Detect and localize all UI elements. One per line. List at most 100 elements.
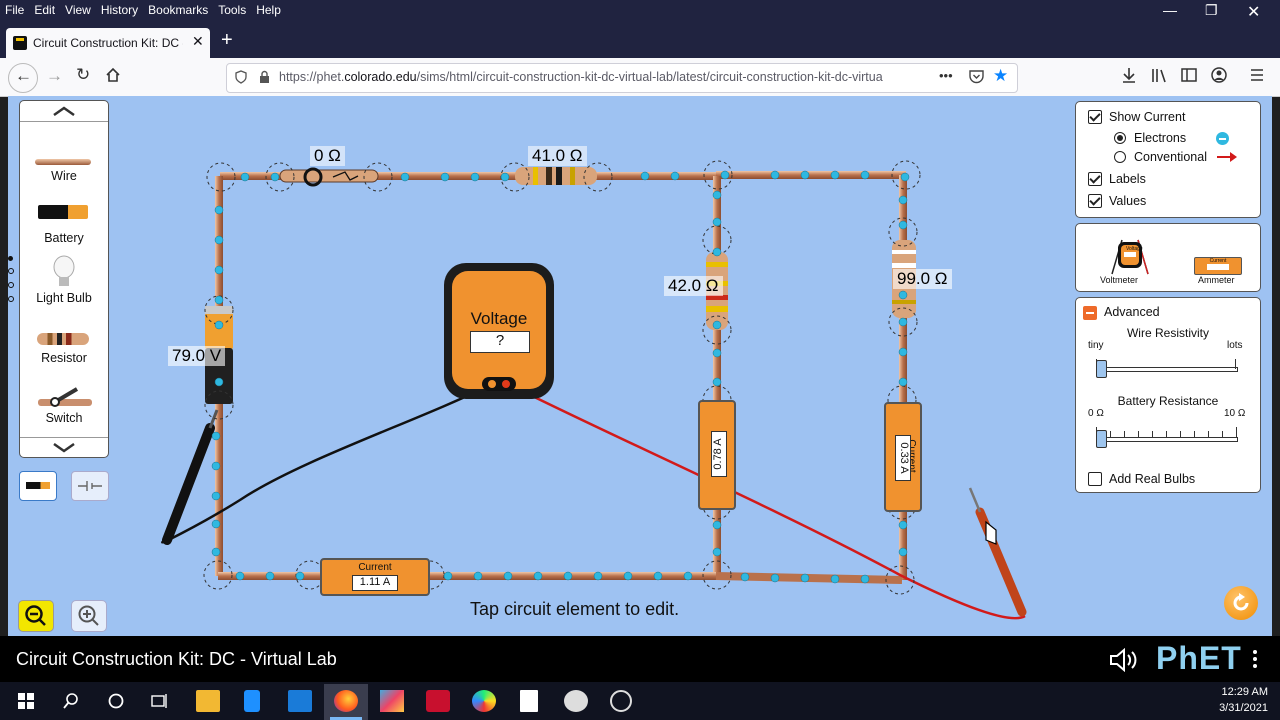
mail-icon[interactable] (288, 690, 312, 712)
clock-time[interactable]: 12:29 AM (1200, 686, 1268, 698)
app-icon-red[interactable] (426, 690, 450, 712)
labels-checkbox[interactable] (1088, 172, 1102, 191)
voltmeter-title: Voltage (470, 309, 528, 328)
values-checkbox[interactable] (1088, 194, 1102, 213)
sim-navigation-bar: Circuit Construction Kit: DC - Virtual L… (0, 636, 1280, 682)
conventional-label[interactable]: Conventional (1134, 150, 1207, 164)
chevron-down-icon (53, 443, 75, 453)
voltmeter-tool-icon (1111, 239, 1149, 275)
wire-resistivity-thumb[interactable] (1096, 360, 1107, 378)
windows-start-icon[interactable] (18, 693, 34, 709)
electrons-radio[interactable] (1114, 131, 1126, 149)
voltmeter-jacks (482, 377, 516, 391)
toolbox-page-dot[interactable] (8, 282, 14, 288)
app-icon-paint[interactable] (564, 690, 588, 712)
reset-icon (1233, 593, 1249, 611)
toolbox-item-wire[interactable]: Wire (20, 169, 108, 183)
switch-tool-icon[interactable] (37, 385, 93, 409)
ammeter-middle[interactable]: Current 0.78 A (698, 400, 736, 510)
ammeter-right[interactable]: Current 0.33 A (884, 402, 922, 512)
phone-app-icon[interactable] (244, 690, 260, 712)
wire-resistivity-slider[interactable] (1096, 357, 1238, 378)
voltmeter-icon-text: Voltage (1126, 246, 1143, 252)
hint-text: Tap circuit element to edit. (470, 599, 680, 619)
app-icon-color[interactable] (472, 690, 496, 712)
document-icon[interactable] (520, 690, 538, 712)
app-icon-cube[interactable] (380, 690, 404, 712)
toolbox-scroll-up-button[interactable] (20, 101, 108, 122)
battery-view-icon (26, 482, 50, 489)
resistor-41-label[interactable]: 41.0 Ω (528, 146, 587, 166)
add-real-bulbs-checkbox[interactable] (1088, 472, 1102, 491)
schematic-view-button[interactable] (71, 471, 109, 501)
resistor-tool-icon[interactable] (37, 333, 89, 345)
ammeter-tool-label[interactable]: Ammeter (1198, 275, 1235, 285)
wire-resistivity-max: lots (1227, 340, 1243, 351)
sim-title: Circuit Construction Kit: DC - Virtual L… (16, 649, 337, 669)
switch-component[interactable] (279, 167, 379, 187)
zoom-out-button[interactable] (18, 600, 54, 632)
display-options-panel: Show Current Electrons Conventional Labe… (1075, 101, 1261, 218)
ammeter-right-value: 0.33 A (895, 435, 911, 481)
reset-all-button[interactable] (1224, 586, 1258, 620)
show-current-checkbox[interactable] (1088, 110, 1102, 129)
battery-resistance-label: Battery Resistance (1117, 394, 1219, 408)
wire-tool-icon[interactable] (35, 159, 91, 165)
voltmeter-face (452, 271, 546, 389)
toolbox-item-light-bulb[interactable]: Light Bulb (20, 291, 108, 305)
voltmeter-black-probe[interactable] (161, 384, 489, 545)
conventional-radio[interactable] (1114, 150, 1126, 168)
phet-menu-icon[interactable] (1253, 650, 1257, 654)
app-icon-circle[interactable] (610, 690, 632, 712)
wire-middle[interactable] (713, 176, 721, 576)
voltmeter-tool-label[interactable]: Voltmeter (1100, 275, 1138, 285)
advanced-title: Advanced (1104, 305, 1160, 319)
lifelike-view-button[interactable] (19, 471, 57, 501)
wire-top-right[interactable] (716, 171, 906, 179)
clock-date[interactable]: 3/31/2021 (1200, 702, 1268, 714)
wire-bottom-left[interactable] (218, 572, 718, 580)
battery-tool-icon[interactable] (38, 205, 88, 219)
switch-resistance-label[interactable]: 0 Ω (310, 146, 345, 166)
search-icon[interactable] (63, 693, 79, 709)
toolbox-item-battery[interactable]: Battery (20, 231, 108, 245)
toolbox-page-dot-active[interactable] (8, 256, 13, 261)
voltmeter-tool[interactable] (1102, 232, 1152, 276)
toolbox-item-switch[interactable]: Switch (20, 411, 108, 425)
resistor-42-label[interactable]: 42.0 Ω (664, 276, 723, 296)
electron-particles (211, 170, 910, 584)
voltmeter-device[interactable]: Voltage ? (444, 263, 554, 399)
ammeter-bottom[interactable]: Current 1.11 A (320, 558, 430, 596)
sound-icon[interactable] (1108, 648, 1140, 672)
toolbox-page-dot[interactable] (8, 296, 14, 302)
collapse-advanced-button[interactable] (1083, 306, 1097, 320)
toolbox-scroll-down-button[interactable] (20, 437, 108, 458)
ammeter-bottom-title: Current (358, 562, 392, 573)
battery-resistance-thumb[interactable] (1096, 430, 1107, 448)
wire-resistivity-label: Wire Resistivity (1126, 326, 1209, 340)
show-current-label[interactable]: Show Current (1109, 110, 1185, 124)
battery-resistance-slider[interactable] (1096, 425, 1238, 449)
battery-voltage-label[interactable]: 79.0 V (168, 346, 226, 366)
zoom-in-button[interactable] (71, 600, 107, 632)
chevron-up-icon (53, 106, 75, 116)
wire-resistivity-min: tiny (1088, 340, 1104, 351)
wires[interactable] (215, 171, 907, 584)
add-real-bulbs-label[interactable]: Add Real Bulbs (1109, 472, 1195, 486)
task-view-icon[interactable] (151, 693, 169, 709)
phet-logo[interactable]: PhET (1156, 640, 1242, 677)
resistor-99-label[interactable]: 99.0 Ω (893, 269, 952, 289)
sensor-toolbox-panel: Voltage Current Voltmeter Ammeter (1075, 223, 1261, 292)
electrons-label[interactable]: Electrons (1134, 131, 1186, 145)
file-explorer-icon[interactable] (196, 690, 220, 712)
labels-label[interactable]: Labels (1109, 172, 1146, 186)
conventional-arrow-icon (1217, 152, 1237, 162)
values-label[interactable]: Values (1109, 194, 1146, 208)
toolbox-page-dot[interactable] (8, 268, 14, 274)
firefox-icon[interactable] (334, 690, 358, 712)
ammeter-tool-icon[interactable]: Current (1194, 257, 1242, 275)
voltmeter-red-probe[interactable] (511, 384, 1027, 620)
toolbox-item-resistor[interactable]: Resistor (20, 351, 108, 365)
light-bulb-tool-icon[interactable] (52, 255, 76, 289)
cortana-icon[interactable] (108, 693, 124, 709)
